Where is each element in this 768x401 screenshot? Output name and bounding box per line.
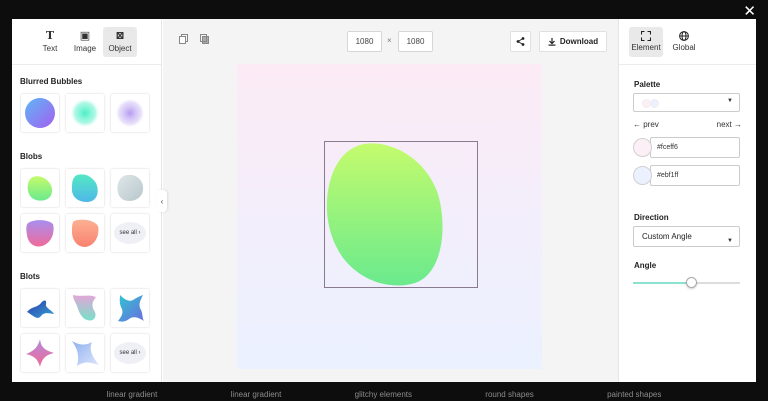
download-label: Download — [559, 37, 599, 46]
bubble-mint — [70, 98, 100, 128]
bg-tab-painted-shapes[interactable]: painted shapes — [607, 382, 661, 401]
blobs-grid: see all › — [12, 169, 161, 252]
blot-item[interactable] — [21, 289, 59, 327]
tab-global[interactable]: Global — [667, 27, 701, 57]
blot-pink-star — [26, 339, 54, 367]
direction-value: Custom Angle — [642, 232, 692, 241]
color-row-2: #ebf1ff — [633, 165, 740, 186]
tab-element[interactable]: Element — [629, 26, 663, 57]
blob-grey — [117, 174, 144, 201]
blob-item[interactable] — [21, 214, 59, 252]
share-button[interactable] — [510, 31, 531, 52]
section-title-blobs: Blobs — [20, 152, 43, 161]
color-hex-input-2[interactable]: #ebf1ff — [650, 165, 740, 186]
height-input[interactable]: 1080 — [398, 31, 433, 52]
blot-item[interactable] — [66, 289, 104, 327]
properties-panel: Element Global Palette ▼ ← prev next → #… — [618, 19, 756, 382]
color-hex-input-1[interactable]: #fceff6 — [650, 137, 740, 158]
blob-item[interactable] — [66, 214, 104, 252]
download-icon — [548, 37, 556, 46]
blob-peach — [72, 219, 99, 247]
share-icon — [516, 37, 525, 46]
collapse-panel-button[interactable]: ‹ — [157, 190, 167, 212]
angle-slider-thumb[interactable] — [686, 277, 698, 288]
color-row-1: #fceff6 — [633, 137, 740, 158]
canvas-area: 1080 × 1080 Download — [163, 19, 618, 382]
direction-select[interactable]: Custom Angle ▼ — [633, 226, 740, 247]
width-input[interactable]: 1080 — [347, 31, 382, 52]
blob-teal — [71, 174, 98, 202]
direction-label: Direction — [634, 213, 669, 222]
color-swatch-1[interactable] — [633, 138, 652, 157]
selection-box[interactable] — [324, 141, 478, 288]
bg-tab-glitchy-elements[interactable]: glitchy elements — [355, 382, 412, 401]
blot-mint-pink — [73, 295, 96, 321]
bubble-item[interactable] — [21, 94, 59, 132]
close-icon[interactable]: ✕ — [743, 2, 756, 20]
blot-item[interactable] — [21, 334, 59, 372]
globe-icon — [679, 31, 689, 43]
bubble-blue-purple — [25, 98, 55, 128]
see-all-blobs-label: see all › — [114, 222, 146, 244]
angle-slider-fill — [633, 282, 692, 284]
blob-item[interactable] — [111, 169, 149, 207]
blob-item[interactable] — [66, 169, 104, 207]
bubble-item[interactable] — [66, 94, 104, 132]
bubbles-grid — [12, 94, 161, 132]
blot-aqua — [118, 295, 144, 322]
bubble-item[interactable] — [111, 94, 149, 132]
design-canvas[interactable] — [237, 64, 542, 369]
blot-periwinkle — [72, 341, 99, 366]
object-tool-button[interactable]: ⊠ Object — [103, 26, 137, 57]
palette-label: Palette — [634, 80, 661, 89]
tab-global-label: Global — [672, 43, 696, 52]
bg-tab-linear-gradient-2[interactable]: linear gradient — [231, 382, 282, 401]
angle-slider[interactable] — [633, 277, 740, 288]
download-button[interactable]: Download — [539, 31, 607, 52]
text-tool-icon: T — [45, 29, 55, 42]
properties-tabs: Element Global — [619, 19, 756, 65]
duplicate-icon[interactable] — [200, 34, 209, 46]
blot-navy — [27, 300, 54, 318]
blots-grid: see all › — [12, 289, 161, 372]
copy-icon[interactable] — [179, 34, 188, 46]
bg-tab-linear-gradient-1[interactable]: linear gradient — [107, 382, 158, 401]
tool-bar: T Text ▣ Image ⊠ Object — [12, 19, 161, 65]
text-tool-button[interactable]: T Text — [33, 27, 67, 57]
section-title-blots: Blots — [20, 272, 40, 281]
canvas-toolbar: 1080 × 1080 Download — [163, 19, 618, 63]
see-all-blots-label: see all › — [114, 342, 146, 364]
background-gallery-tabs: linear gradient linear gradient glitchy … — [0, 382, 768, 401]
text-tool-label: Text — [42, 44, 58, 53]
palette-select[interactable]: ▼ — [633, 93, 740, 112]
expand-icon — [640, 30, 652, 43]
blob-item[interactable] — [21, 169, 59, 207]
section-title-blurred-bubbles: Blurred Bubbles — [20, 77, 83, 86]
chevron-down-icon: ▼ — [727, 238, 733, 244]
palette-color-2 — [650, 99, 659, 108]
object-tool-label: Object — [108, 44, 132, 53]
object-tool-icon: ⊠ — [115, 29, 125, 42]
see-all-blobs[interactable]: see all › — [111, 214, 149, 252]
image-tool-icon: ▣ — [79, 29, 91, 42]
blob-lime — [27, 176, 53, 201]
elements-panel: T Text ▣ Image ⊠ Object Blurred Bubbles — [12, 19, 162, 382]
angle-label: Angle — [634, 261, 657, 270]
see-all-blots[interactable]: see all › — [111, 334, 149, 372]
image-tool-label: Image — [73, 44, 97, 53]
next-palette-link[interactable]: next → — [717, 120, 742, 129]
prev-palette-link[interactable]: ← prev — [633, 120, 659, 129]
tab-element-label: Element — [631, 43, 661, 52]
dimension-separator: × — [387, 36, 392, 45]
color-swatch-2[interactable] — [633, 166, 652, 185]
blot-item[interactable] — [111, 289, 149, 327]
bubble-lavender — [115, 98, 145, 128]
blob-violet-pink — [26, 220, 54, 247]
blot-item[interactable] — [66, 334, 104, 372]
bg-tab-round-shapes[interactable]: round shapes — [485, 382, 533, 401]
image-tool-button[interactable]: ▣ Image — [68, 27, 102, 57]
chevron-down-icon: ▼ — [727, 98, 733, 104]
editor-modal: T Text ▣ Image ⊠ Object Blurred Bubbles — [12, 19, 756, 382]
